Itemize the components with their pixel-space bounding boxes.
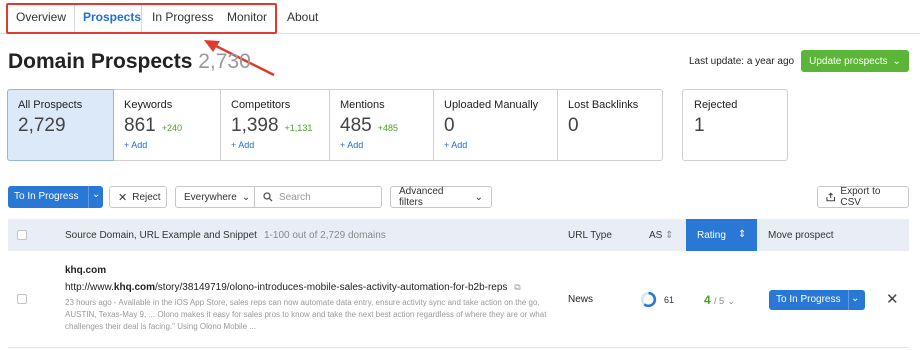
select-all-checkbox[interactable] <box>17 230 27 240</box>
column-header-rating-label: Rating <box>697 230 726 241</box>
stat-label: Uploaded Manually <box>444 99 539 111</box>
row-checkbox[interactable] <box>17 294 27 304</box>
stat-delta: +1,131 <box>284 123 313 133</box>
update-prospects-button[interactable]: Update prospects ⌄ <box>801 50 909 72</box>
to-in-progress-label: To In Progress <box>14 191 79 202</box>
stat-label: Competitors <box>231 99 291 111</box>
column-header-as[interactable]: AS ⇕ <box>649 230 674 241</box>
column-header-rating[interactable]: Rating ⇕ <box>686 219 757 251</box>
location-select[interactable]: Everywhere ⌄ <box>175 186 255 208</box>
external-link-icon[interactable]: ⧉ <box>514 282 520 292</box>
results-range: 1-100 out of 2,729 domains <box>264 230 386 241</box>
location-select-value: Everywhere <box>184 191 237 203</box>
search-input[interactable]: Search <box>255 186 382 208</box>
stat-uploaded-manually[interactable]: Uploaded Manually 0 + Add <box>434 90 558 160</box>
row-domain: khq.com <box>65 265 107 276</box>
table-header: Source Domain, URL Example and Snippet 1… <box>8 219 909 251</box>
chevron-down-icon: ⌄ <box>892 55 901 67</box>
tab-bar: Overview Prospects In Progress Monitor A… <box>0 0 920 34</box>
close-icon: ✕ <box>118 191 128 204</box>
page-title-text: Domain Prospects <box>8 50 193 73</box>
stat-competitors[interactable]: Competitors 1,398 +1,131 + Add <box>221 90 330 160</box>
search-placeholder: Search <box>279 191 311 203</box>
search-icon <box>263 192 273 202</box>
advanced-filters-button[interactable]: Advanced filters ⌄ <box>390 186 492 208</box>
row-authority-score: 61 <box>664 295 675 305</box>
export-label: Export to CSV <box>840 186 881 208</box>
stat-delta: +240 <box>161 123 182 133</box>
column-header-source: Source Domain, URL Example and Snippet <box>65 230 257 241</box>
button-divider <box>848 290 849 310</box>
stat-rejected[interactable]: Rejected 1 <box>682 89 788 161</box>
stat-value: 1,398 <box>231 115 279 136</box>
url-prefix: http://www. <box>65 282 114 293</box>
stat-value: 0 <box>444 115 455 136</box>
row-snippet: 23 hours ago - Available in the iOS App … <box>65 298 547 331</box>
url-path: /story/38149719/olono-introduces-mobile-… <box>155 282 508 293</box>
advanced-filters-label: Advanced filters <box>399 186 444 208</box>
last-update-text: Last update: a year ago <box>689 56 795 67</box>
stats-card-group: All Prospects 2,729 Keywords 861 +240 + A… <box>7 89 663 161</box>
chevron-down-icon: ⌄ <box>474 191 483 203</box>
sort-icon: ⇕ <box>665 230 674 241</box>
row-url-link[interactable]: http://www.khq.com/story/38149719/olono-… <box>65 282 521 293</box>
add-uploaded-link[interactable]: + Add <box>444 140 557 150</box>
row-action-label: To In Progress <box>776 294 841 305</box>
row-url-type: News <box>568 294 594 305</box>
row-divider <box>8 347 909 348</box>
stat-value: 861 <box>124 115 156 136</box>
stat-value: 0 <box>568 115 579 136</box>
add-keywords-link[interactable]: + Add <box>124 140 220 150</box>
url-domain: khq.com <box>113 282 156 293</box>
add-competitors-link[interactable]: + Add <box>231 140 329 150</box>
column-header-url-type[interactable]: URL Type <box>568 230 612 241</box>
to-in-progress-button[interactable]: To In Progress ⌄ <box>8 186 103 208</box>
chevron-down-icon: ⌄ <box>241 191 251 203</box>
rating-max: / 5 <box>714 296 725 306</box>
stat-label: All Prospects <box>18 99 83 111</box>
chevron-down-icon[interactable]: ⌄ <box>851 293 859 304</box>
stat-value: 485 <box>340 115 372 136</box>
stat-label: Rejected <box>694 99 738 111</box>
stat-label: Keywords <box>124 99 173 111</box>
chevron-down-icon[interactable]: ⌄ <box>92 189 100 200</box>
page-title: Domain Prospects 2,730 <box>8 50 251 74</box>
stat-value: 2,729 <box>18 115 66 136</box>
stat-lost-backlinks[interactable]: Lost Backlinks 0 <box>558 90 662 160</box>
sort-icon: ⇕ <box>738 229 747 240</box>
stat-keywords[interactable]: Keywords 861 +240 + Add <box>114 90 221 160</box>
add-mentions-link[interactable]: + Add <box>340 140 433 150</box>
column-header-move: Move prospect <box>768 230 834 241</box>
export-icon <box>826 192 835 202</box>
reject-button[interactable]: ✕ Reject <box>109 186 167 208</box>
tab-about[interactable]: About <box>287 10 318 24</box>
button-divider <box>88 186 89 208</box>
stat-label: Lost Backlinks <box>568 99 639 111</box>
update-prospects-label: Update prospects <box>809 55 888 67</box>
stat-mentions[interactable]: Mentions 485 +485 + Add <box>330 90 434 160</box>
stat-value: 1 <box>694 115 705 136</box>
close-icon[interactable]: ✕ <box>886 290 899 308</box>
row-to-in-progress-button[interactable]: To In Progress ⌄ <box>769 290 865 310</box>
annotation-highlight-box <box>6 3 277 34</box>
page-title-count: 2,730 <box>198 50 251 73</box>
stat-delta: +485 <box>377 123 398 133</box>
export-csv-button[interactable]: Export to CSV <box>817 186 909 208</box>
stat-label: Mentions <box>340 99 385 111</box>
reject-label: Reject <box>132 191 161 203</box>
chevron-down-icon: ⌄ <box>727 296 735 306</box>
column-header-as-label: AS <box>649 230 663 241</box>
row-rating[interactable]: 4 / 5 ⌄ <box>704 293 735 307</box>
authority-score-ring-icon <box>640 291 657 308</box>
stat-all-prospects[interactable]: All Prospects 2,729 <box>7 89 114 161</box>
rating-value: 4 <box>704 293 711 307</box>
